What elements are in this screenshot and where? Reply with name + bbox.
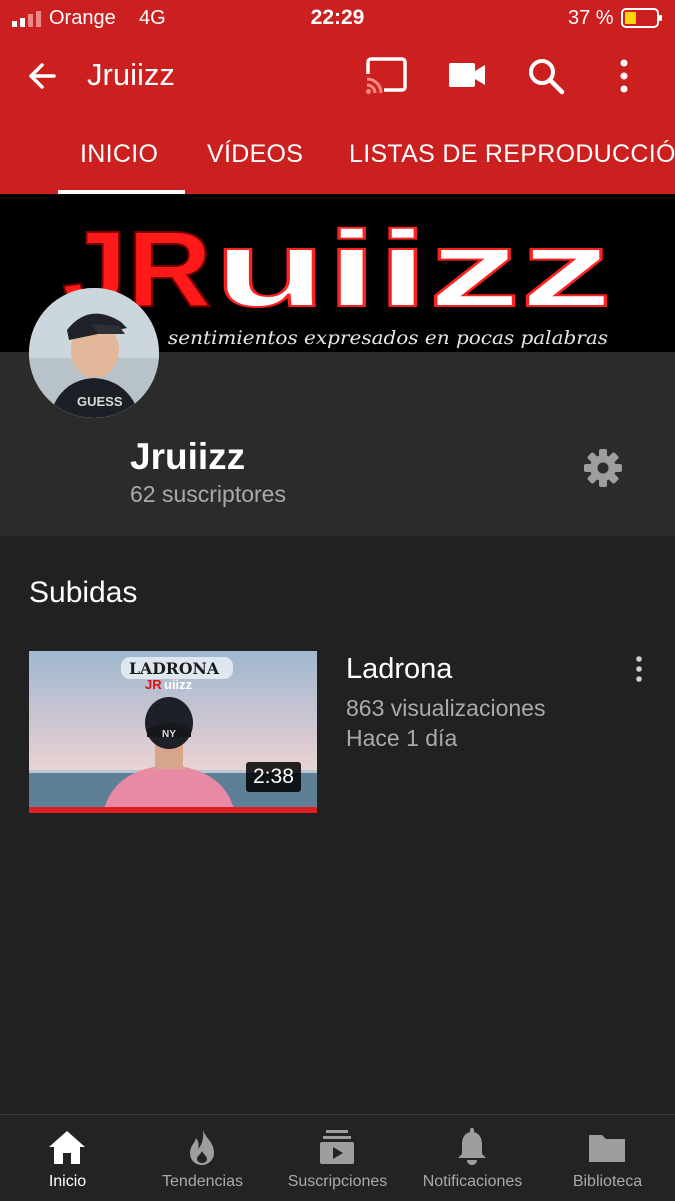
thumbnail-logo-red: JR bbox=[145, 677, 162, 692]
tab-videos[interactable]: VÍDEOS bbox=[207, 140, 303, 169]
avatar-photo: GUESS bbox=[29, 288, 159, 418]
nav-label-inicio: Inicio bbox=[48, 1173, 87, 1190]
video-camera-icon[interactable] bbox=[447, 60, 487, 90]
subscriptions-icon bbox=[320, 1130, 354, 1164]
nav-biblioteca[interactable]: Biblioteca bbox=[540, 1115, 675, 1201]
status-bar: Orange 4G 22:29 37 % bbox=[0, 0, 675, 38]
channel-tabs: INICIO VÍDEOS LISTAS DE REPRODUCCIÓ bbox=[0, 114, 675, 194]
banner-tagline: sentimientos expresados en pocas palabra… bbox=[168, 327, 608, 349]
nav-label-tendencias: Tendencias bbox=[162, 1173, 243, 1190]
app-bar: Jruiizz bbox=[0, 38, 675, 114]
subscriber-count: 62 suscriptores bbox=[130, 481, 286, 507]
svg-text:GUESS: GUESS bbox=[77, 394, 123, 409]
nav-suscripciones[interactable]: Suscripciones bbox=[270, 1115, 405, 1201]
back-arrow-icon[interactable] bbox=[24, 58, 60, 94]
tab-inicio[interactable]: INICIO bbox=[80, 140, 158, 169]
bell-icon bbox=[458, 1128, 486, 1165]
svg-text:NY: NY bbox=[162, 729, 176, 740]
thumbnail-title-text: LADRONA bbox=[129, 659, 220, 678]
folder-icon bbox=[589, 1135, 625, 1162]
video-duration-badge: 2:38 bbox=[246, 762, 301, 792]
nav-notificaciones[interactable]: Notificaciones bbox=[405, 1115, 540, 1201]
video-title[interactable]: Ladrona bbox=[346, 653, 452, 686]
battery-percentage: 37 % bbox=[568, 7, 614, 29]
channel-title: Jruiizz bbox=[87, 57, 175, 92]
nav-label-notificaciones: Notificaciones bbox=[422, 1173, 523, 1190]
battery-icon bbox=[621, 8, 662, 28]
nav-label-biblioteca: Biblioteca bbox=[572, 1173, 643, 1190]
watch-progress-bar bbox=[29, 807, 317, 813]
nav-tendencias[interactable]: Tendencias bbox=[135, 1115, 270, 1201]
video-thumbnail[interactable]: NY LADRONA JR uiizz 2:38 bbox=[29, 651, 317, 813]
nav-inicio[interactable]: Inicio bbox=[0, 1115, 135, 1201]
video-views: 863 visualizaciones bbox=[346, 695, 546, 721]
thumbnail-logo-white: uiizz bbox=[164, 677, 193, 692]
video-list-item[interactable]: NY LADRONA JR uiizz 2:38 Ladrona 863 vis… bbox=[29, 651, 649, 816]
nav-label-suscripciones: Suscripciones bbox=[287, 1173, 388, 1190]
uploads-section-title: Subidas bbox=[29, 576, 138, 609]
gear-icon[interactable] bbox=[583, 448, 623, 488]
flame-icon bbox=[190, 1130, 214, 1165]
bottom-navigation: Inicio Tendencias Suscripciones Notifica… bbox=[0, 1114, 675, 1201]
home-icon bbox=[49, 1131, 85, 1164]
channel-avatar[interactable]: GUESS bbox=[29, 288, 159, 418]
cast-icon[interactable] bbox=[364, 56, 408, 96]
banner-logo-white: uiizz bbox=[214, 208, 612, 329]
channel-name: Jruiizz bbox=[130, 436, 246, 477]
search-icon[interactable] bbox=[526, 56, 566, 96]
video-more-vert-icon[interactable] bbox=[631, 655, 647, 683]
tab-playlists[interactable]: LISTAS DE REPRODUCCIÓ bbox=[349, 140, 675, 169]
more-vert-icon[interactable] bbox=[612, 56, 636, 96]
video-age: Hace 1 día bbox=[346, 725, 458, 751]
